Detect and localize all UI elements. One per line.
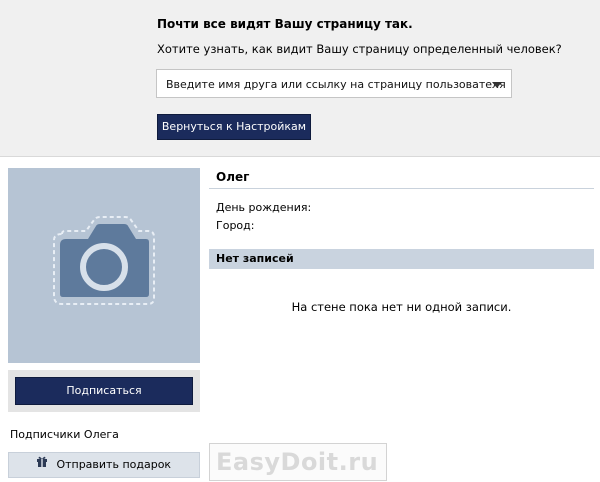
birthday-label: День рождения: (216, 201, 312, 214)
subscribe-container: Подписаться (8, 370, 200, 412)
privacy-preview-title: Почти все видят Вашу страницу так. (157, 17, 413, 31)
subscribe-button[interactable]: Подписаться (15, 377, 193, 405)
chevron-down-icon[interactable] (492, 82, 502, 88)
privacy-preview-question: Хотите узнать, как видит Вашу страницу о… (157, 42, 562, 56)
camera-icon (8, 168, 200, 363)
send-gift-button[interactable]: Отправить подарок (8, 452, 200, 478)
send-gift-label: Отправить подарок (56, 458, 172, 471)
friend-select-dropdown[interactable]: Введите имя друга или ссылку на страницу… (156, 69, 512, 98)
wall-header: Нет записей (209, 249, 594, 269)
followers-link[interactable]: Подписчики Олега (10, 428, 119, 441)
name-divider (209, 188, 594, 189)
city-label: Город: (216, 219, 255, 232)
back-to-settings-button[interactable]: Вернуться к Настройкам (157, 114, 311, 140)
avatar[interactable] (8, 168, 200, 363)
profile-page: Почти все видят Вашу страницу так. Хотит… (0, 0, 600, 482)
profile-name: Олег (216, 170, 250, 184)
wall-header-title: Нет записей (216, 252, 294, 265)
watermark: EasyDoit.ru (216, 448, 379, 476)
gift-icon (36, 452, 47, 476)
wall-empty-message: На стене пока нет ни одной записи. (291, 300, 512, 314)
privacy-preview-panel: Почти все видят Вашу страницу так. Хотит… (0, 0, 600, 157)
friend-select-placeholder: Введите имя друга или ссылку на страницу… (166, 78, 506, 91)
